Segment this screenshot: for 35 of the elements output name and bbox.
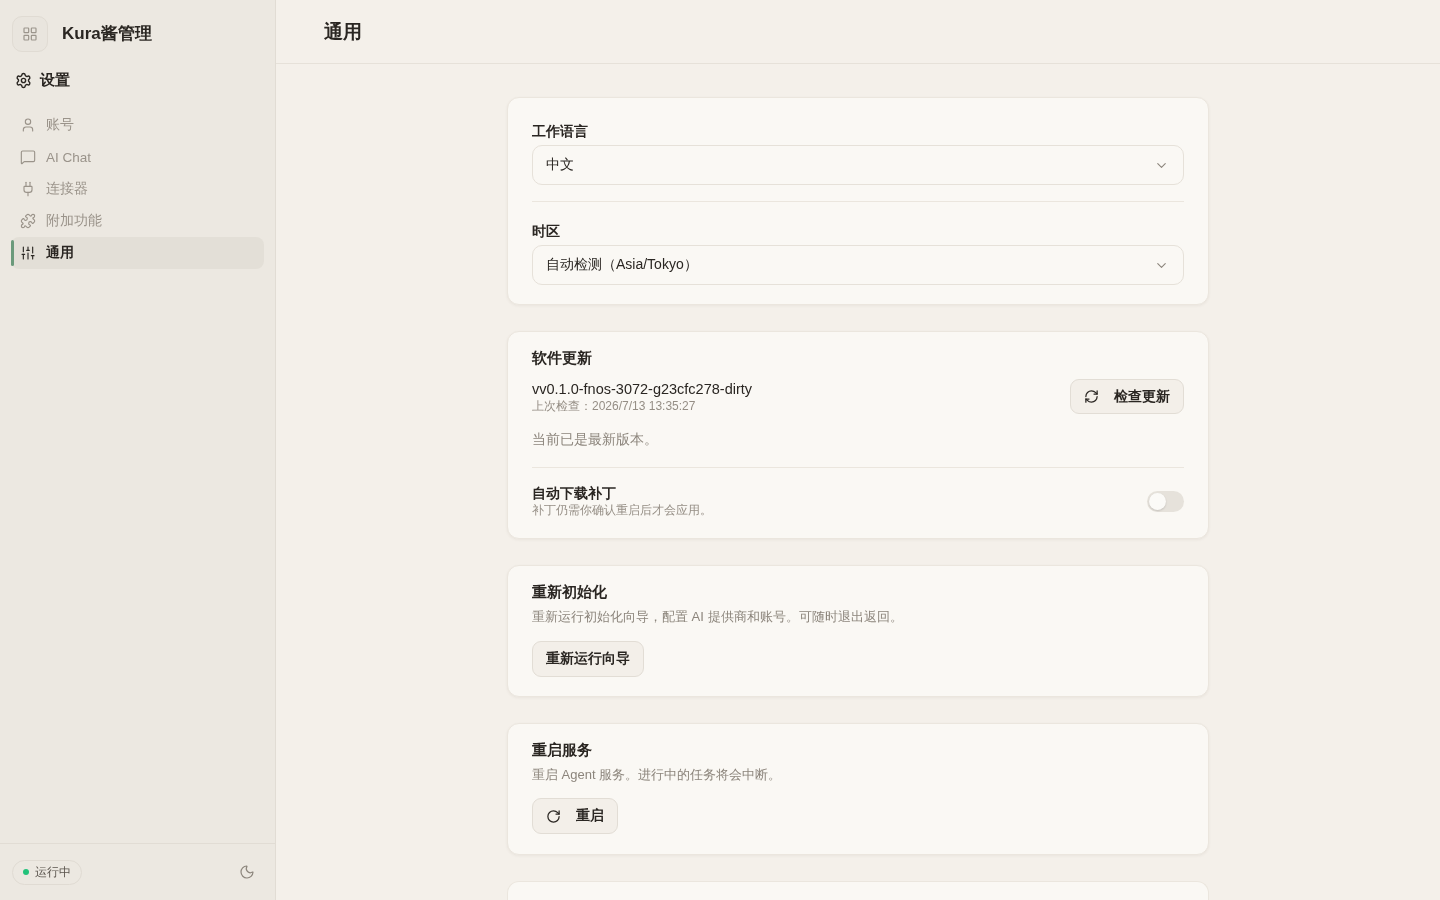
card-title: 重启服务 <box>532 740 593 760</box>
app-title: Kura酱管理 <box>62 23 152 45</box>
toggle-switch[interactable] <box>1147 490 1184 512</box>
chat-bubble-icon <box>20 149 36 165</box>
moon-icon[interactable] <box>239 864 255 880</box>
last-checked-text: 上次检查：2026/7/13 13:35:27 <box>532 397 697 414</box>
setting-label: 自动下载补丁 <box>532 484 617 502</box>
setting-description: 补丁仍需你确认重启后才会应用。 <box>532 502 712 518</box>
version-text: vv0.1.0-fnos-3072-g23cfc278-dirty <box>532 379 753 398</box>
restart-button[interactable]: 重启 <box>532 798 618 834</box>
status-text: 运行中 <box>35 864 71 880</box>
card-description: 重新运行初始化向导，配置 AI 提供商和账号。可随时退出返回。 <box>532 608 904 626</box>
status-dot-icon <box>23 869 29 875</box>
rotate-icon <box>546 808 561 824</box>
refresh-icon <box>1084 389 1099 404</box>
settings-icon <box>15 71 32 89</box>
plug-icon <box>20 181 36 197</box>
page-title: 通用 <box>324 19 362 44</box>
rerun-wizard-button[interactable]: 重新运行向导 <box>532 641 644 677</box>
card-title: 软件更新 <box>532 348 593 368</box>
user-icon <box>20 117 36 133</box>
card-description: 重启 Agent 服务。进行中的任务将会中断。 <box>532 766 783 784</box>
update-status-text: 当前已是最新版本。 <box>532 431 659 449</box>
field-label: 工作语言 <box>532 123 589 141</box>
sliders-icon <box>20 245 36 261</box>
select-field[interactable]: 中文 <box>532 145 1184 185</box>
grid-icon <box>22 26 38 42</box>
select-field[interactable]: 自动检测（Asia/Tokyo） <box>532 245 1184 285</box>
section-title: 设置 <box>40 70 70 90</box>
card-title: 重新初始化 <box>532 582 608 602</box>
grid-button[interactable] <box>12 16 48 52</box>
field-label: 时区 <box>532 223 561 241</box>
check-update-button[interactable]: 检查更新 <box>1070 379 1184 414</box>
puzzle-icon <box>20 213 36 229</box>
nav-item[interactable]: 通用 <box>11 237 264 269</box>
